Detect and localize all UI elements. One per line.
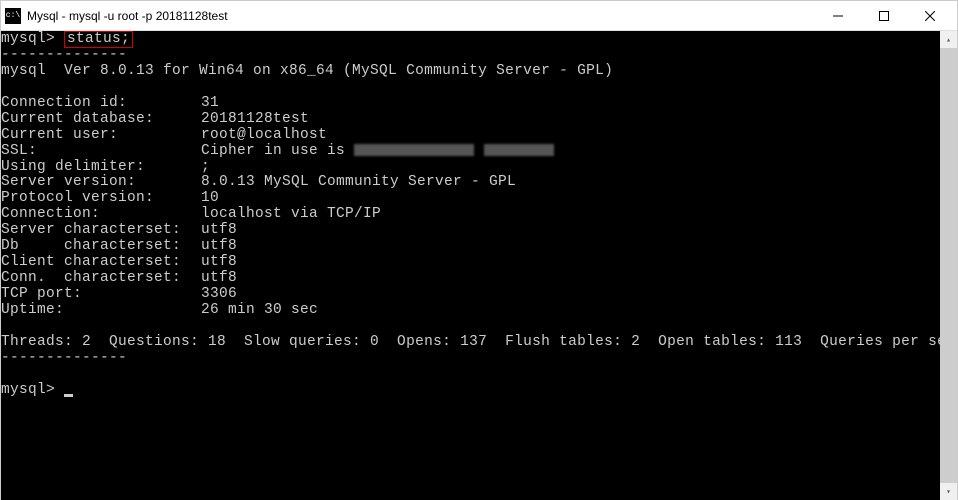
threads-line: Threads: 2 Questions: 18 Slow queries: 0… xyxy=(1,334,940,350)
status-key: TCP port: xyxy=(1,287,201,303)
scroll-up-arrow-icon[interactable]: ▴ xyxy=(940,31,957,48)
status-key: SSL: xyxy=(1,144,201,160)
window-controls xyxy=(815,1,953,31)
status-key: Using delimiter: xyxy=(1,160,201,176)
vertical-scrollbar[interactable]: ▴ ▾ xyxy=(940,31,957,500)
status-key: Client characterset: xyxy=(1,255,201,271)
status-key: Current user: xyxy=(1,128,201,144)
status-value: 26 min 30 sec xyxy=(201,302,318,318)
close-button[interactable] xyxy=(907,1,953,31)
cursor xyxy=(64,394,73,397)
version-line: mysql Ver 8.0.13 for Win64 on x86_64 (My… xyxy=(1,63,613,79)
status-value: 3306 xyxy=(201,286,237,302)
status-key: Uptime: xyxy=(1,303,201,319)
status-value: 8.0.13 MySQL Community Server - GPL xyxy=(201,174,516,190)
minimize-button[interactable] xyxy=(815,1,861,31)
scrollbar-track[interactable] xyxy=(940,48,957,483)
redacted-text xyxy=(484,144,554,156)
status-key: Server characterset: xyxy=(1,223,201,239)
status-key: Connection: xyxy=(1,207,201,223)
status-key: Current database: xyxy=(1,112,201,128)
window-titlebar: c:\ Mysql - mysql -u root -p 20181128tes… xyxy=(1,1,957,31)
status-key: Db characterset: xyxy=(1,239,201,255)
prompt-prefix: mysql> xyxy=(1,31,55,47)
status-value: 10 xyxy=(201,190,219,206)
window-title: Mysql - mysql -u root -p 20181128test xyxy=(27,9,815,23)
status-value: utf8 xyxy=(201,238,237,254)
console-area: mysql> status; -------------- mysql Ver … xyxy=(1,31,957,500)
dash-line: -------------- xyxy=(1,47,127,63)
redacted-text xyxy=(354,144,474,156)
console-output[interactable]: mysql> status; -------------- mysql Ver … xyxy=(1,31,940,500)
prompt-prefix: mysql> xyxy=(1,382,55,398)
command-text: status; xyxy=(67,31,130,47)
status-key: Protocol version: xyxy=(1,191,201,207)
status-value: Cipher in use is xyxy=(201,143,354,159)
status-value: utf8 xyxy=(201,222,237,238)
status-value: utf8 xyxy=(201,270,237,286)
scrollbar-thumb[interactable] xyxy=(940,48,957,483)
status-value: utf8 xyxy=(201,254,237,270)
status-value: root@localhost xyxy=(201,127,327,143)
app-icon: c:\ xyxy=(5,8,21,24)
status-key: Conn. characterset: xyxy=(1,271,201,287)
status-value: 31 xyxy=(201,95,219,111)
status-value: 20181128test xyxy=(201,111,309,127)
status-key: Server version: xyxy=(1,175,201,191)
dash-line: -------------- xyxy=(1,350,127,366)
maximize-button[interactable] xyxy=(861,1,907,31)
scroll-down-arrow-icon[interactable]: ▾ xyxy=(940,483,957,500)
status-value: localhost via TCP/IP xyxy=(201,206,381,222)
status-value: ; xyxy=(201,159,210,175)
status-key: Connection id: xyxy=(1,96,201,112)
command-highlight: status; xyxy=(64,31,133,48)
